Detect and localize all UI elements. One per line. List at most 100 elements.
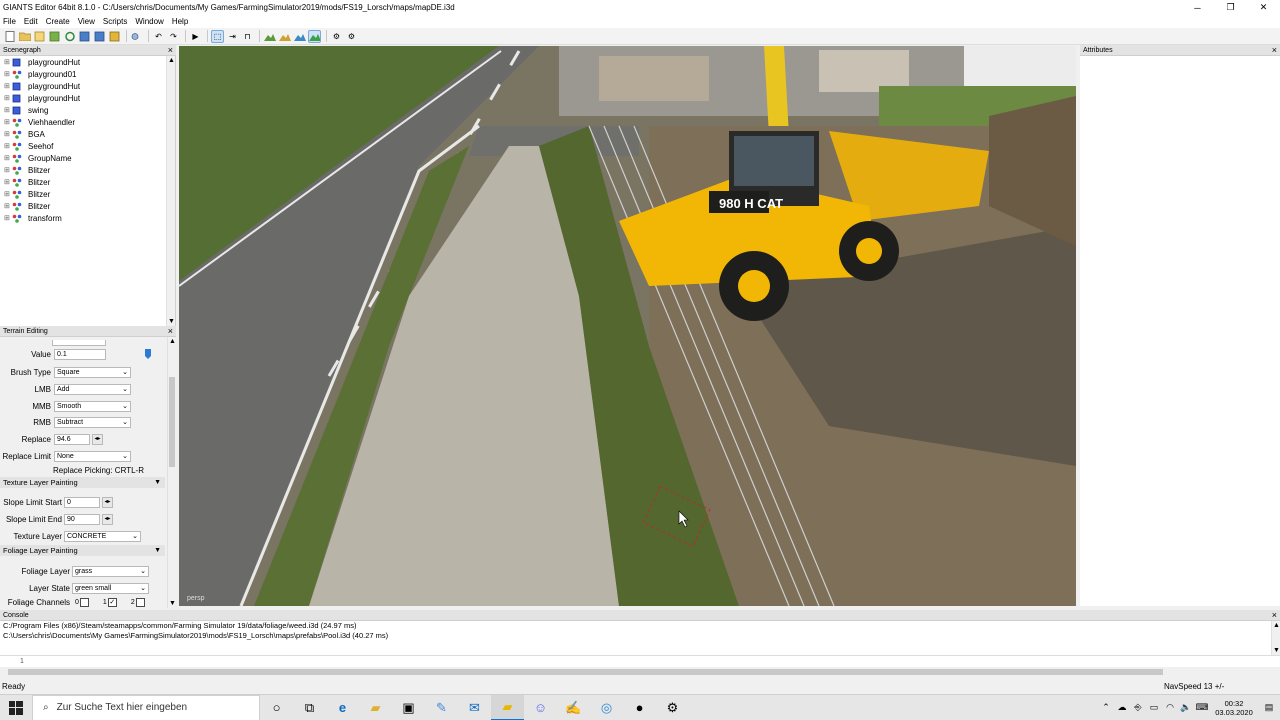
scenegraph-item[interactable]: ⊞ playground01	[0, 68, 175, 80]
import-icon[interactable]	[48, 30, 61, 43]
console-input[interactable]: 1	[0, 655, 1280, 667]
undo-icon[interactable]: ↶	[152, 30, 165, 43]
expand-icon[interactable]: ⊞	[4, 82, 12, 90]
terrain-close-icon[interactable]: ×	[168, 326, 173, 337]
menu-create[interactable]: Create	[46, 17, 70, 26]
expand-icon[interactable]: ⊞	[4, 214, 12, 222]
brush-type-select[interactable]: Square ⌄	[54, 366, 131, 378]
slope-end-spinner[interactable]: ◂▸	[102, 513, 113, 525]
channel-1-checkbox[interactable]: ✓	[107, 597, 117, 607]
expand-icon[interactable]: ⊞	[4, 118, 12, 126]
terrain-brush-icon[interactable]	[308, 29, 321, 43]
slope-start-spinner[interactable]: ◂▸	[102, 496, 113, 508]
notepad-icon[interactable]: ✍	[557, 695, 590, 720]
scenegraph-item[interactable]: ⊞ playgroundHut	[0, 80, 175, 92]
terrain-icon[interactable]	[263, 30, 276, 43]
expand-icon[interactable]: ⊞	[4, 190, 12, 198]
scenegraph-item[interactable]: ⊞ Blitzer	[0, 176, 175, 188]
expand-icon[interactable]: ⊞	[4, 130, 12, 138]
settings-icon[interactable]: ⚙	[656, 695, 689, 720]
expand-icon[interactable]: ⊞	[4, 178, 12, 186]
foliage-layer-section[interactable]: Foliage Layer Painting ▼	[0, 545, 165, 556]
close-button[interactable]: ✕	[1247, 0, 1280, 15]
redo-icon[interactable]: ↷	[167, 30, 180, 43]
slope-start-field[interactable]: 0	[64, 496, 100, 508]
open-folder-icon[interactable]	[18, 30, 31, 43]
scroll-up-icon[interactable]: ▲	[169, 338, 176, 345]
save-as-icon[interactable]	[108, 30, 121, 43]
console-hscrollbar[interactable]	[0, 667, 1280, 677]
play-icon[interactable]: ▶	[189, 30, 202, 43]
expand-icon[interactable]: ⊞	[4, 166, 12, 174]
value-field[interactable]: 0.1	[54, 348, 106, 360]
giants-editor-icon[interactable]: ▰	[491, 694, 524, 720]
save-icon[interactable]	[78, 30, 91, 43]
menu-view[interactable]: View	[78, 17, 95, 26]
scroll-down-icon[interactable]: ▼	[169, 600, 176, 607]
scenegraph-scrollbar[interactable]: ▲ ▼	[166, 56, 175, 326]
paint-icon[interactable]	[278, 30, 291, 43]
scroll-up-icon[interactable]: ▲	[1273, 622, 1280, 629]
scenegraph-close-icon[interactable]: ×	[168, 45, 173, 56]
channel-0-checkbox[interactable]	[79, 597, 89, 607]
cut-off-field[interactable]	[52, 340, 106, 346]
snap-icon[interactable]: ⊓	[241, 30, 254, 43]
foliage-layer-select[interactable]: grass ⌄	[72, 565, 149, 577]
channel-2-checkbox[interactable]	[135, 597, 145, 607]
expand-icon[interactable]: ⊞	[4, 154, 12, 162]
expand-icon[interactable]: ⊞	[4, 202, 12, 210]
scenegraph-item[interactable]: ⊞ playgroundHut	[0, 56, 175, 68]
network-icon[interactable]: ◠	[1162, 702, 1178, 713]
input-language-icon[interactable]: ⌨	[1194, 702, 1210, 713]
cloud-icon[interactable]: ☁	[1114, 702, 1130, 713]
scroll-down-icon[interactable]: ▼	[168, 318, 175, 325]
scenegraph-item[interactable]: ⊞ GroupName	[0, 152, 175, 164]
mail-icon[interactable]: ✉	[458, 695, 491, 720]
expand-icon[interactable]: ⊞	[4, 94, 12, 102]
scenegraph-item[interactable]: ⊞ transform	[0, 212, 175, 224]
expand-icon[interactable]: ⊞	[4, 106, 12, 114]
notifications-icon[interactable]: ▤	[1258, 702, 1280, 713]
menu-scripts[interactable]: Scripts	[103, 17, 127, 26]
expand-icon[interactable]: ⊞	[4, 70, 12, 78]
scroll-up-icon[interactable]: ▲	[168, 57, 175, 64]
menu-file[interactable]: File	[3, 17, 16, 26]
console-close-icon[interactable]: ×	[1272, 610, 1277, 621]
menu-help[interactable]: Help	[172, 17, 188, 26]
battery-icon[interactable]: ▭	[1146, 702, 1162, 713]
texture-layer-select[interactable]: CONCRETE ⌄	[64, 530, 141, 542]
replace-spinner[interactable]: ◂▸	[92, 433, 103, 445]
edit-file-icon[interactable]	[33, 30, 46, 43]
menu-window[interactable]: Window	[135, 17, 163, 26]
select-tool-icon[interactable]: ⬚	[211, 29, 224, 43]
export-icon[interactable]	[93, 30, 106, 43]
task-view-icon[interactable]: ⧉	[293, 695, 326, 720]
layer-state-select[interactable]: green small ⌄	[72, 582, 149, 594]
scenegraph-item[interactable]: ⊞ Viehhaendler	[0, 116, 175, 128]
rmb-select[interactable]: Subtract ⌄	[54, 416, 131, 428]
scenegraph-item[interactable]: ⊞ Blitzer	[0, 164, 175, 176]
3d-viewport[interactable]: 980 H CAT persp	[179, 46, 1076, 606]
windows-start-icon[interactable]	[0, 695, 32, 720]
clock[interactable]: 00:32 03.03.2020	[1210, 699, 1258, 717]
scenegraph-item[interactable]: ⊞ Blitzer	[0, 188, 175, 200]
refresh-icon[interactable]	[63, 30, 76, 43]
lmb-select[interactable]: Add ⌄	[54, 383, 131, 395]
scenegraph-item[interactable]: ⊞ swing	[0, 104, 175, 116]
discord-icon[interactable]: ☺	[524, 695, 557, 720]
cut-icon[interactable]	[130, 30, 143, 43]
replace-field[interactable]: 94.6	[54, 433, 90, 445]
expand-icon[interactable]: ⊞	[4, 58, 12, 66]
volume-icon[interactable]: 🔈	[1178, 702, 1194, 713]
store-icon[interactable]: ▣	[392, 695, 425, 720]
edge-icon[interactable]: e	[326, 695, 359, 720]
maximize-button[interactable]: ❐	[1214, 0, 1247, 15]
minimize-button[interactable]: ─	[1181, 0, 1214, 15]
slope-end-field[interactable]: 90	[64, 513, 100, 525]
tray-chevron-up-icon[interactable]: ⌃	[1098, 702, 1114, 713]
taskbar-search[interactable]: ⌕ Zur Suche Text hier eingeben	[32, 694, 260, 720]
obs-icon[interactable]: ●	[623, 695, 656, 720]
value-slider-handle[interactable]	[145, 349, 151, 359]
terrain-scrollbar[interactable]: ▲ ▼	[167, 337, 176, 608]
file-explorer-icon[interactable]: ▰	[359, 695, 392, 720]
